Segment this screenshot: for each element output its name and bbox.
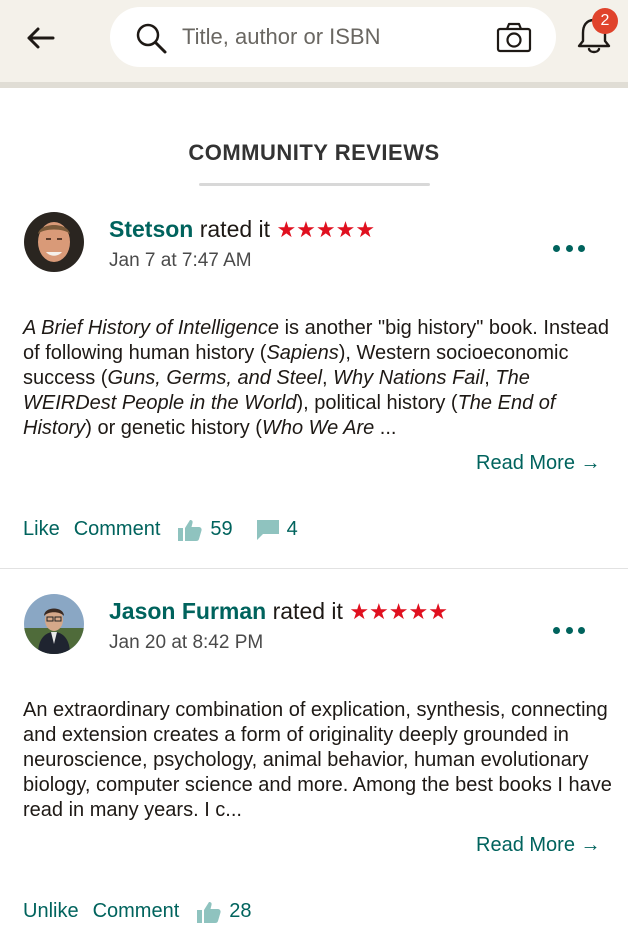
comment-button[interactable]: Comment — [74, 518, 161, 541]
reviewer-name[interactable]: Jason Furman — [109, 598, 266, 624]
top-bar: 2 — [0, 0, 628, 82]
avatar[interactable] — [24, 212, 84, 272]
back-button[interactable] — [20, 20, 60, 56]
reviewer-line: Jason Furman rated it ★★★★★ — [109, 598, 448, 625]
review-text[interactable]: A Brief History of Intelligence is anoth… — [23, 316, 613, 441]
reviewer-line: Stetson rated it ★★★★★ — [109, 216, 375, 243]
comment-icon — [256, 519, 279, 540]
like-count[interactable]: 59 — [210, 518, 232, 541]
like-count[interactable]: 28 — [229, 900, 251, 923]
star-rating: ★★★★★ — [349, 599, 448, 624]
thumbs-up-icon — [178, 519, 203, 541]
reviewer-name[interactable]: Stetson — [109, 216, 193, 242]
camera-icon[interactable] — [496, 21, 532, 53]
review-date[interactable]: Jan 20 at 8:42 PM — [109, 632, 263, 654]
section-title: COMMUNITY REVIEWS — [188, 140, 440, 165]
section-underline — [199, 183, 430, 186]
review-text[interactable]: An extraordinary combination of explicat… — [23, 698, 613, 823]
notification-badge: 2 — [592, 8, 618, 34]
thumbs-up-icon — [197, 901, 221, 923]
avatar-image — [24, 212, 84, 272]
topbar-divider — [0, 82, 628, 88]
search-input[interactable] — [182, 19, 482, 55]
comment-button[interactable]: Comment — [93, 900, 180, 923]
read-more-link[interactable]: Read More → — [476, 834, 601, 857]
avatar-image — [24, 594, 84, 654]
like-button[interactable]: Like — [23, 518, 60, 541]
more-options-icon[interactable] — [553, 238, 585, 258]
review-date[interactable]: Jan 7 at 7:47 AM — [109, 250, 252, 272]
rated-label: rated it — [199, 216, 271, 242]
search-icon — [136, 23, 167, 54]
rated-label: rated it — [272, 598, 343, 624]
review-divider — [0, 568, 628, 569]
review-actions: Unlike Comment 28 — [23, 900, 272, 923]
search-bar[interactable] — [110, 7, 556, 67]
unlike-button[interactable]: Unlike — [23, 900, 79, 923]
star-rating: ★★★★★ — [276, 217, 376, 242]
review-actions: Like Comment 59 4 — [23, 518, 318, 541]
comment-count[interactable]: 4 — [287, 518, 298, 541]
avatar[interactable] — [24, 594, 84, 654]
more-options-icon[interactable] — [553, 620, 585, 640]
arrow-left-icon — [27, 27, 55, 49]
read-more-link[interactable]: Read More → — [476, 452, 601, 475]
